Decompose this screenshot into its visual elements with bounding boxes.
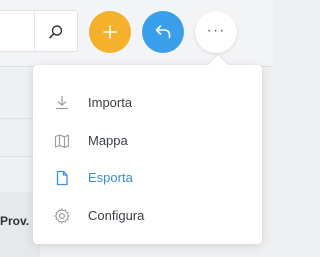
- gear-icon: [54, 208, 70, 224]
- menu-item-label: Mappa: [88, 133, 128, 148]
- search-icon[interactable]: [47, 23, 65, 41]
- menu-item-label: Esporta: [88, 170, 133, 185]
- more-options-menu: Importa Mappa Esporta Configura: [33, 55, 262, 244]
- more-options-button[interactable]: ···: [195, 11, 237, 53]
- menu-item-label: Configura: [88, 208, 145, 223]
- map-icon: [54, 134, 70, 148]
- menu-item-importa[interactable]: Importa: [33, 84, 262, 121]
- more-dots-icon: ···: [206, 22, 226, 39]
- plus-icon: [103, 25, 117, 39]
- search-divider: [34, 11, 35, 51]
- search-input[interactable]: [0, 10, 78, 52]
- column-header-prov[interactable]: Prov.: [0, 214, 29, 228]
- menu-item-configura[interactable]: Configura: [33, 197, 262, 234]
- share-button[interactable]: [142, 11, 184, 53]
- menu-item-mappa[interactable]: Mappa: [33, 122, 262, 159]
- reply-icon: [155, 25, 171, 39]
- file-icon: [56, 170, 68, 186]
- menu-item-label: Importa: [88, 95, 133, 110]
- toolbar: ···: [0, 0, 273, 67]
- menu-item-esporta[interactable]: Esporta: [33, 159, 262, 196]
- download-icon: [55, 95, 69, 110]
- add-button[interactable]: [89, 11, 131, 53]
